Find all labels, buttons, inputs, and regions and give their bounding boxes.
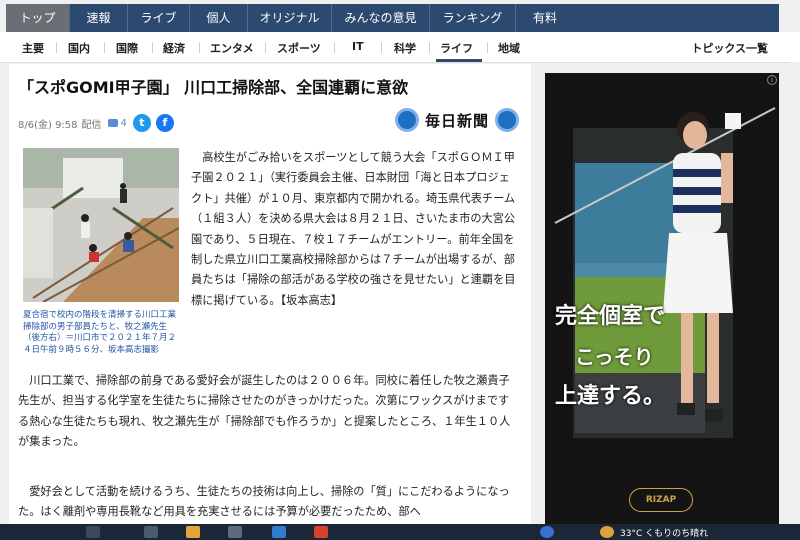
nav-divider bbox=[0, 62, 800, 63]
publisher-logo[interactable]: 毎日新聞 bbox=[394, 106, 519, 134]
tab-live[interactable]: ライブ bbox=[128, 4, 190, 32]
weather-status[interactable]: 33°C くもりのち晴れ bbox=[620, 526, 708, 539]
task-view-icon[interactable] bbox=[144, 526, 158, 538]
article: 「スポGOMI甲子園」 川口工掃除部、全国連覇に意欲 8/6(金) 9:58 配… bbox=[9, 64, 531, 524]
category-nav: 主要 国内 国際 経済 エンタメ スポーツ IT 科学 ライフ 地域 トピックス… bbox=[0, 32, 800, 62]
tab-paid[interactable]: 有料 bbox=[516, 4, 574, 32]
photo-caption: 夏合宿で校内の階段を清掃する川口工業掃除部の男子部員たちと、牧之瀬先生（後方右）… bbox=[23, 310, 177, 355]
category-entertainment[interactable]: エンタメ bbox=[210, 40, 254, 56]
article-title: 「スポGOMI甲子園」 川口工掃除部、全国連覇に意欲 bbox=[18, 78, 409, 97]
store-icon[interactable] bbox=[228, 526, 242, 538]
category-main[interactable]: 主要 bbox=[22, 40, 44, 56]
article-photo[interactable] bbox=[23, 148, 179, 302]
category-it[interactable]: IT bbox=[352, 40, 364, 53]
browser-icon[interactable] bbox=[314, 526, 328, 538]
publisher-name: 毎日新聞 bbox=[424, 111, 489, 130]
article-meta: 8/6(金) 9:58 配信 4 t f bbox=[18, 114, 179, 132]
comment-count[interactable]: 4 bbox=[121, 118, 127, 129]
article-source-label: 配信 bbox=[81, 119, 102, 131]
category-region[interactable]: 地域 bbox=[498, 40, 520, 56]
topics-list-link[interactable]: トピックス一覧 bbox=[691, 40, 768, 56]
tab-breaking[interactable]: 速報 bbox=[70, 4, 128, 32]
ad-copy-line2: こっそり bbox=[575, 345, 654, 369]
file-explorer-icon[interactable] bbox=[186, 526, 200, 538]
category-economy[interactable]: 経済 bbox=[163, 40, 185, 56]
ad-copy-line1: 完全個室で bbox=[555, 304, 666, 329]
ad-brand-logo[interactable]: RIZAP bbox=[629, 488, 693, 512]
taskbar: 33°C くもりのち晴れ bbox=[0, 524, 800, 540]
category-life[interactable]: ライフ bbox=[440, 40, 473, 56]
help-icon[interactable] bbox=[540, 526, 554, 538]
ad-copy-line3: 上達する。 bbox=[555, 384, 666, 409]
ad-info-icon[interactable]: i bbox=[767, 75, 777, 85]
category-sports[interactable]: スポーツ bbox=[277, 40, 321, 56]
publisher-mark-icon bbox=[394, 108, 419, 132]
page-scrollbar[interactable] bbox=[790, 62, 800, 524]
page: トップ 速報 ライブ 個人 オリジナル みんなの意見 ランキング 有料 主要 国… bbox=[0, 0, 800, 540]
facebook-share-icon[interactable]: f bbox=[155, 114, 174, 132]
twitter-share-icon[interactable]: t bbox=[132, 114, 151, 132]
article-lead: 高校生がごみ拾いをスポーツとして競う大会「スポＧＯＭＩ甲子園２０２１」（実行委員… bbox=[191, 151, 516, 307]
category-international[interactable]: 国際 bbox=[116, 40, 138, 56]
category-domestic[interactable]: 国内 bbox=[68, 40, 90, 56]
article-paragraph: 愛好会として活動を続けるうち、生徒たちの技術は向上し、掃除の「質」にこだわるよう… bbox=[18, 485, 510, 519]
tab-opinions[interactable]: みんなの意見 bbox=[332, 4, 430, 32]
weather-icon[interactable] bbox=[600, 526, 614, 538]
tab-personal[interactable]: 個人 bbox=[190, 4, 248, 32]
tab-original[interactable]: オリジナル bbox=[248, 4, 332, 32]
mail-icon[interactable] bbox=[272, 526, 286, 538]
advertisement[interactable]: i 完全個室で こっそり 上達する。 RIZAP bbox=[545, 73, 779, 524]
top-nav: トップ 速報 ライブ 個人 オリジナル みんなの意見 ランキング 有料 bbox=[6, 4, 779, 32]
article-date: 8/6(金) 9:58 bbox=[18, 119, 78, 131]
article-paragraph: 川口工業で、掃除部の前身である愛好会が誕生したのは２００６年。同校に着任した牧之… bbox=[18, 374, 511, 449]
tab-ranking[interactable]: ランキング bbox=[430, 4, 516, 32]
comment-icon[interactable] bbox=[107, 119, 118, 127]
tab-top[interactable]: トップ bbox=[6, 4, 70, 32]
publisher-mark-icon bbox=[495, 108, 519, 132]
search-icon[interactable] bbox=[86, 526, 100, 538]
category-science[interactable]: 科学 bbox=[394, 40, 416, 56]
